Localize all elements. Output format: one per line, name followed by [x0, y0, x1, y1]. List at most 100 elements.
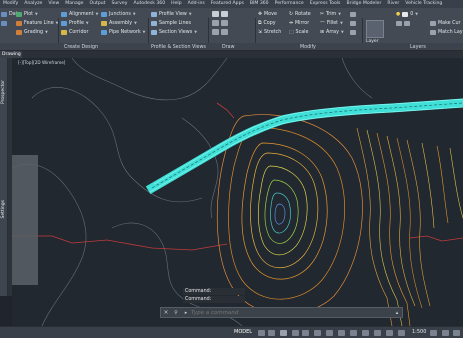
close-icon[interactable]: ×: [161, 309, 171, 316]
sample-lines-button[interactable]: Sample Lines: [151, 19, 191, 27]
layer-properties-icon[interactable]: [366, 20, 384, 38]
modify-extra-1[interactable]: [350, 10, 358, 18]
chevron-up-icon[interactable]: ▴: [392, 310, 402, 316]
contour-line: [264, 179, 299, 244]
make-current-button[interactable]: Make Cur: [430, 19, 461, 27]
panel-layers[interactable]: Layers: [410, 44, 426, 51]
menu-item-12[interactable]: Express Tools: [307, 0, 344, 8]
array-button[interactable]: ⊞ Array ▼: [320, 28, 344, 36]
corridor-alignment[interactable]: [145, 98, 463, 195]
draw-tool-2[interactable]: [221, 10, 230, 18]
file-tab[interactable]: Drawing ×: [0, 51, 22, 64]
plot-button[interactable]: Plot ▼: [16, 10, 38, 18]
rotate-label: Rotate: [295, 11, 311, 17]
layer-tools[interactable]: [396, 19, 412, 27]
workspace-icon[interactable]: [430, 330, 437, 336]
osnap-icon[interactable]: [302, 330, 309, 336]
menu-item-14[interactable]: River: [384, 0, 402, 8]
pipe-network-button[interactable]: Pipe Network ▼: [101, 28, 145, 36]
alignment-button[interactable]: Alignment ▼: [61, 10, 98, 18]
ucs-icon[interactable]: [374, 330, 381, 336]
menu-item-8[interactable]: Add-ins: [185, 0, 208, 8]
prospector-tab[interactable]: Prospector: [1, 80, 6, 104]
move-button[interactable]: ✥ Move: [258, 10, 277, 18]
settings-tab[interactable]: Settings: [1, 200, 6, 218]
corridor-button[interactable]: Corridor: [61, 28, 88, 36]
grading-label: Grading: [24, 29, 44, 35]
panel-profile-section[interactable]: Profile & Section Views: [151, 44, 206, 51]
grading-button[interactable]: Grading ▼: [16, 28, 48, 36]
menu-item-4[interactable]: Output: [87, 0, 109, 8]
match-layer-button[interactable]: Match Lay: [430, 28, 463, 36]
menu-item-7[interactable]: Help: [168, 0, 184, 8]
drawing-canvas[interactable]: [12, 58, 463, 326]
menu-item-0[interactable]: Modify: [0, 0, 21, 8]
ortho-icon[interactable]: [280, 330, 287, 336]
snap-icon[interactable]: [268, 330, 275, 336]
chevron-down-icon: ▼: [340, 30, 344, 34]
copy-icon: ⧉: [258, 21, 262, 26]
assembly-button[interactable]: Assembly ▼: [101, 19, 137, 27]
draw-tool-6[interactable]: [221, 28, 230, 36]
erase-icon: [350, 11, 356, 17]
wrench-icon[interactable]: ⚲: [171, 310, 181, 316]
otrack-icon[interactable]: [314, 330, 321, 336]
modify-extra-2[interactable]: [350, 19, 358, 27]
stretch-button[interactable]: ⇲ Stretch: [258, 28, 281, 36]
command-input[interactable]: [191, 308, 392, 317]
stretch-icon: ⇲: [258, 29, 263, 35]
trim-button[interactable]: ✂ Trim ▼: [320, 10, 341, 18]
make-current-icon: [430, 20, 436, 26]
menu-item-5[interactable]: Survey: [108, 0, 130, 8]
mirror-button[interactable]: ⇹ Mirror: [289, 19, 309, 27]
grid-icon[interactable]: [258, 330, 265, 336]
gear-icon[interactable]: [442, 330, 449, 336]
feature-line-button[interactable]: Feature Line ▼: [16, 19, 58, 27]
panel-create-design[interactable]: Create Design: [64, 44, 98, 51]
modify-extra-3[interactable]: [350, 28, 358, 36]
junctions-button[interactable]: Junctions ▼: [101, 10, 136, 18]
menu-item-2[interactable]: View: [45, 0, 62, 8]
chevron-down-icon: ▼: [142, 30, 146, 34]
model-space-toggle[interactable]: MODEL: [234, 329, 252, 335]
fillet-button[interactable]: ⌒ Fillet ▼: [320, 19, 343, 27]
rotate-button[interactable]: ↻ Rotate: [289, 10, 311, 18]
lineweight-icon[interactable]: [326, 330, 333, 336]
panel-modify[interactable]: Modify: [300, 44, 316, 51]
selection-cycle-icon[interactable]: [350, 330, 357, 336]
profile-button[interactable]: Profile ▼: [61, 19, 89, 27]
terrain-contours: [12, 58, 373, 326]
profile-view-button[interactable]: Profile View ▼: [151, 10, 192, 18]
draw-tool-4[interactable]: [221, 19, 230, 27]
menu-item-9[interactable]: Featured Apps: [208, 0, 247, 8]
draw-tool-1[interactable]: [212, 10, 221, 18]
menu-item-11[interactable]: Performance: [272, 0, 307, 8]
menu-icon[interactable]: [453, 330, 460, 336]
transparency-icon[interactable]: [338, 330, 345, 336]
menu-item-1[interactable]: Analyze: [21, 0, 45, 8]
menu-item-15[interactable]: Vehicle Tracking: [402, 0, 445, 8]
annotation-icon[interactable]: [386, 330, 393, 336]
draw-tool-3[interactable]: [212, 19, 221, 27]
layer-dropdown[interactable]: ● 0 ▼: [396, 10, 418, 18]
grading-icon: [16, 29, 22, 35]
draw-tool-5[interactable]: [212, 28, 221, 36]
data-icon: [1, 11, 7, 17]
menu-item-13[interactable]: Bridge Modeler: [343, 0, 384, 8]
panel-draw[interactable]: Draw: [222, 44, 235, 51]
scale-button[interactable]: ⬚ Scale: [289, 28, 308, 36]
3d-osnap-icon[interactable]: [362, 330, 369, 336]
chevron-down-icon: ▼: [132, 12, 136, 16]
properties-panel[interactable]: [12, 155, 38, 285]
polar-icon[interactable]: [292, 330, 299, 336]
copy-button[interactable]: ⧉ Copy: [258, 19, 276, 27]
annotation-scale[interactable]: 1:500: [412, 329, 426, 335]
menu-item-10[interactable]: BIM 360: [247, 0, 272, 8]
annotation-visibility-icon[interactable]: [398, 330, 405, 336]
viewport-label[interactable]: [-][Top][2D Wireframe]: [18, 60, 65, 65]
feature-shortcut-button[interactable]: [1, 19, 9, 27]
section-views-button[interactable]: Section Views ▼: [151, 28, 197, 36]
menu-item-6[interactable]: Autodesk 360: [130, 0, 168, 8]
menu-item-3[interactable]: Manage: [62, 0, 86, 8]
chevron-right-icon: ▸: [184, 309, 188, 316]
